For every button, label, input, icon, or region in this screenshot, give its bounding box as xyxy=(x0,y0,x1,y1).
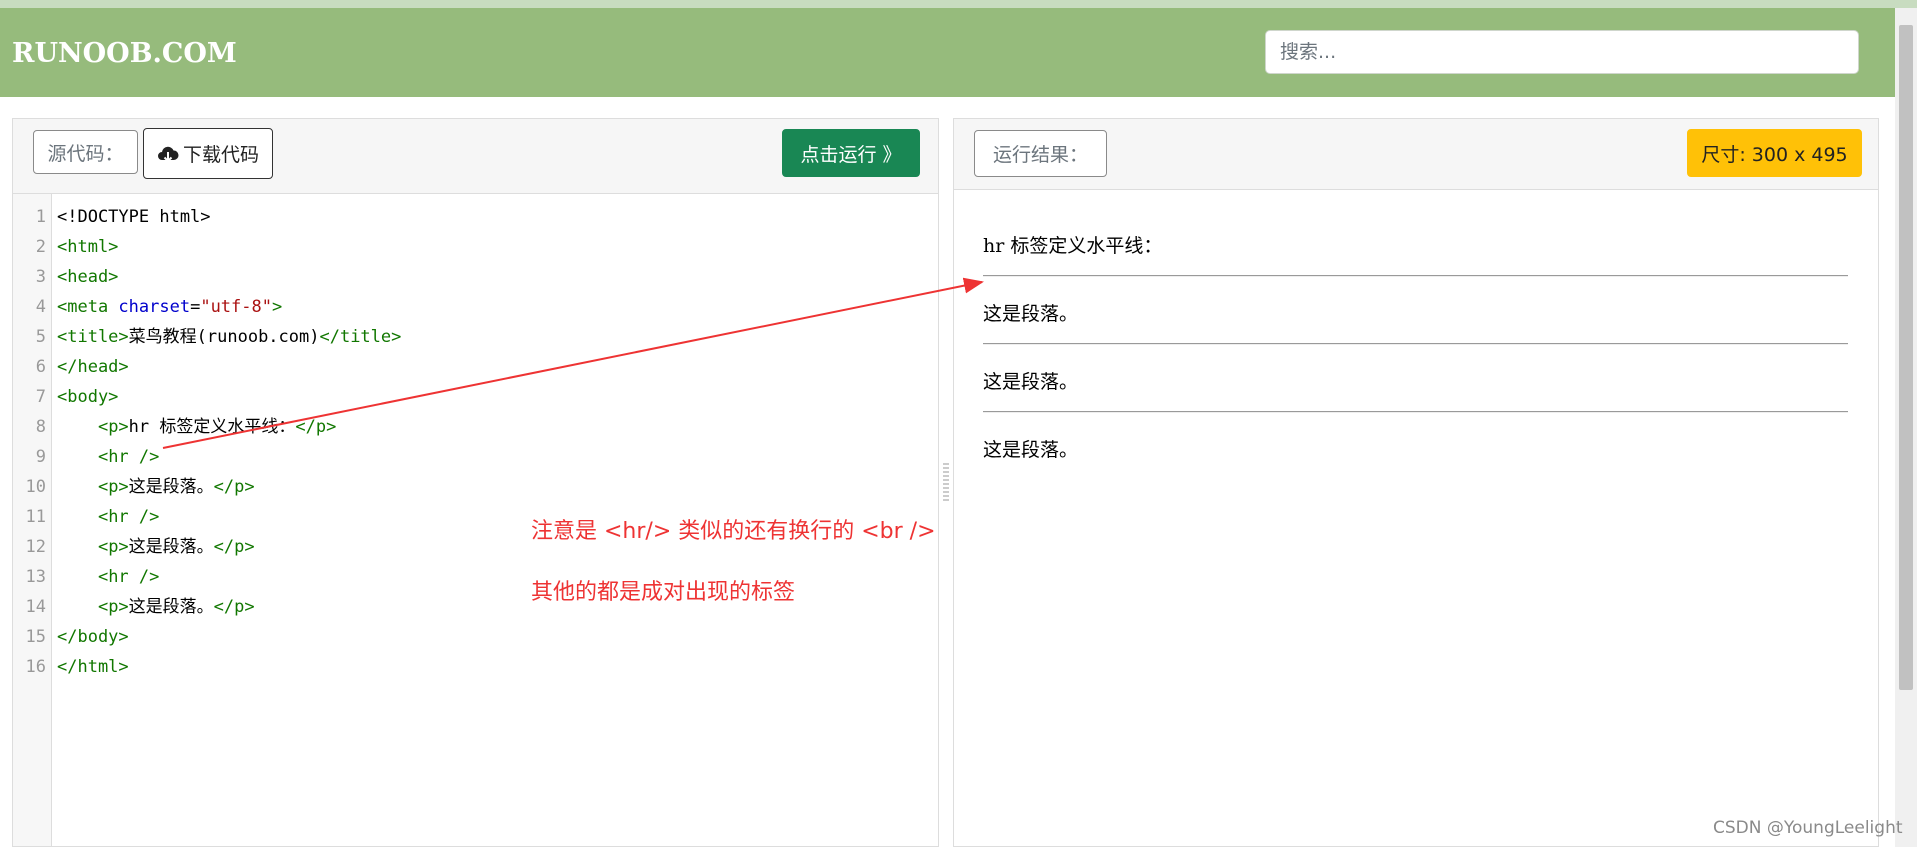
watermark: CSDN @YoungLeelight xyxy=(1713,818,1903,838)
annotation-arrow xyxy=(162,277,984,449)
